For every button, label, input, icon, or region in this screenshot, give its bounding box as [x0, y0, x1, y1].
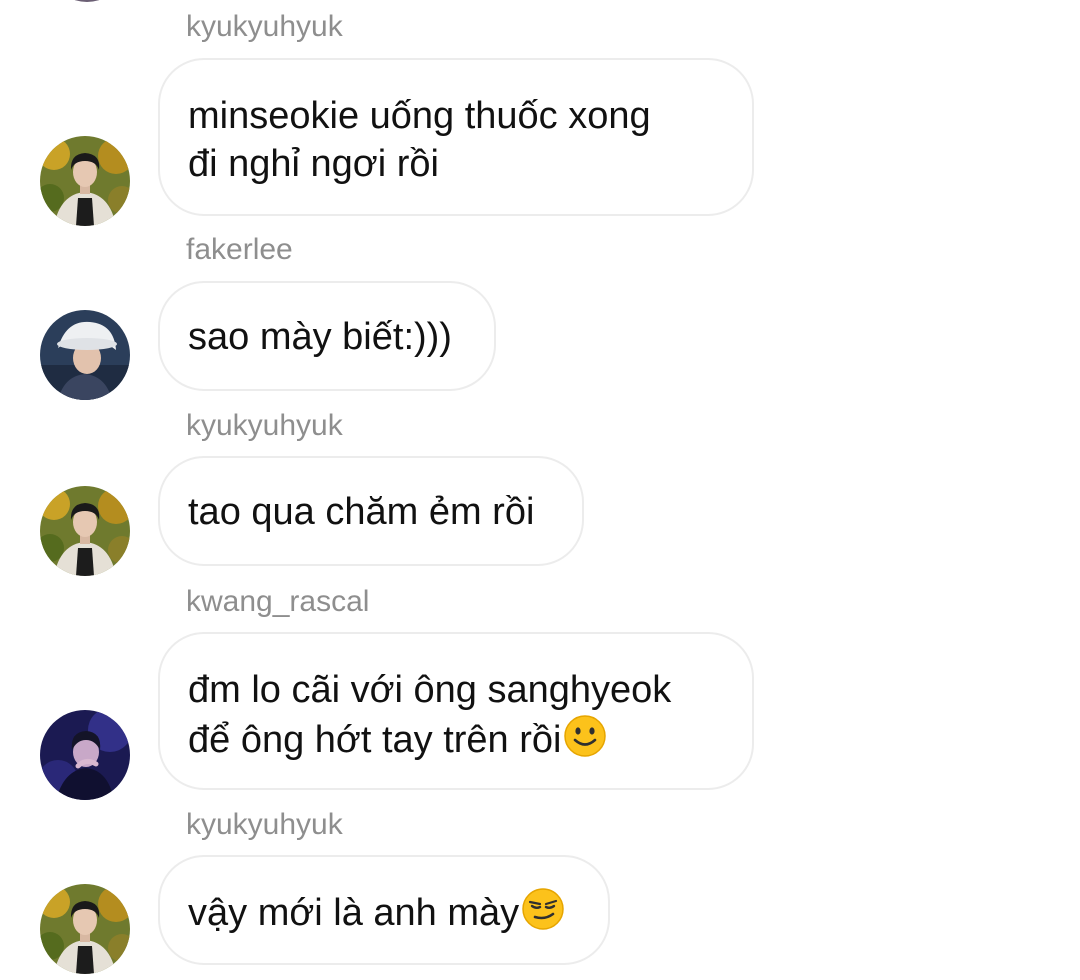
kyukyuhyuk-avatar[interactable] [40, 486, 130, 576]
message-text: tao qua chăm ẻm rồi [188, 491, 535, 533]
sender-username[interactable]: kyukyuhyuk [186, 808, 343, 842]
fakerlee-avatar[interactable] [40, 310, 130, 400]
kwang_rascal-avatar[interactable] [40, 710, 130, 800]
message-text-content: vậy mới là anh mày [188, 892, 520, 934]
message-bubble[interactable]: tao qua chăm ẻm rồi [158, 456, 584, 566]
sender-username[interactable]: kyukyuhyuk [186, 409, 343, 443]
previous-avatar-partial [58, 0, 116, 2]
sender-username[interactable]: kyukyuhyuk [186, 10, 343, 44]
message-bubble[interactable]: sao mày biết:))) [158, 281, 496, 391]
message-text: vậy mới là anh mày [188, 887, 580, 937]
message-bubble[interactable]: đm lo cãi với ông sanghyeok để ông hớt t… [158, 632, 754, 790]
message-text: đm lo cãi với ông sanghyeok để ông hớt t… [188, 666, 724, 764]
sender-username[interactable]: fakerlee [186, 233, 293, 267]
message-bubble[interactable]: minseokie uống thuốc xong đi nghỉ ngơi r… [158, 58, 754, 216]
message-text: sao mày biết:))) [188, 316, 452, 358]
message-bubble[interactable]: vậy mới là anh mày [158, 855, 610, 965]
slightly-smiling-face-icon [564, 715, 607, 757]
smirking-face-icon [522, 888, 564, 930]
message-text: minseokie uống thuốc xong đi nghỉ ngơi r… [188, 95, 651, 185]
kyukyuhyuk-avatar[interactable] [40, 884, 130, 974]
sender-username[interactable]: kwang_rascal [186, 585, 369, 619]
kyukyuhyuk-avatar[interactable] [40, 136, 130, 226]
